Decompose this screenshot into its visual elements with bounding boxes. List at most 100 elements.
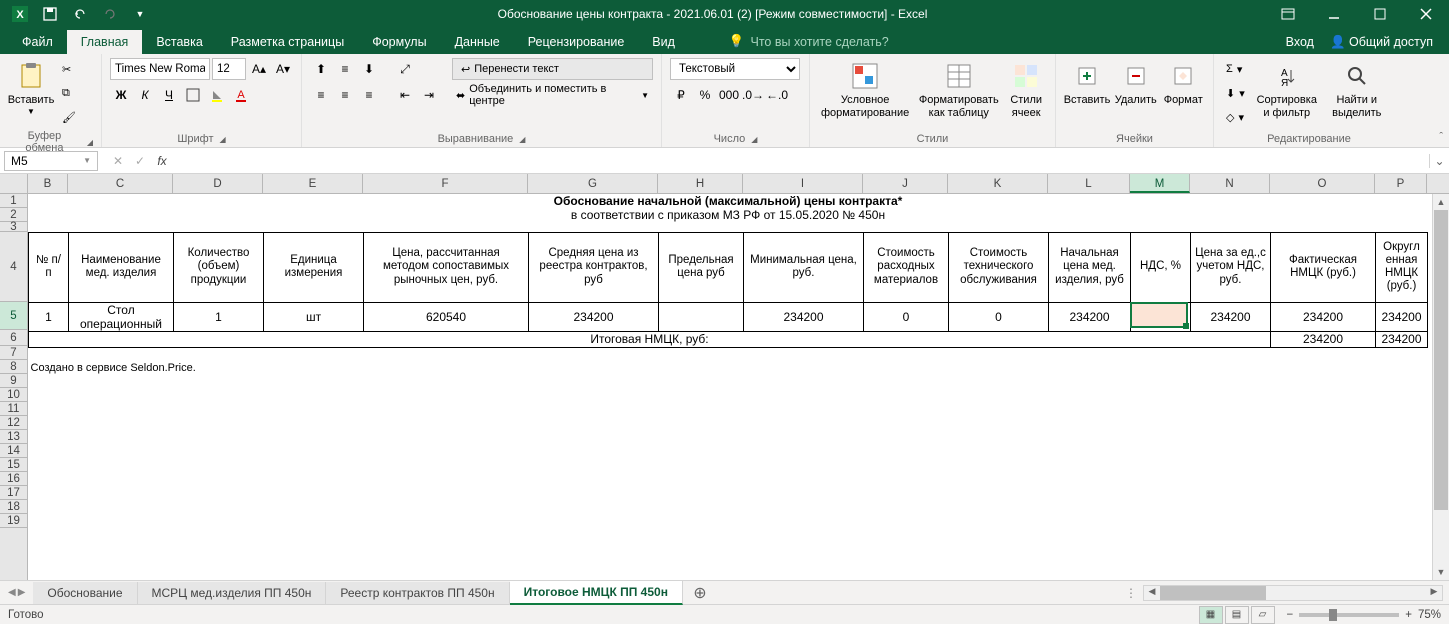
vertical-scrollbar[interactable]: ▲ ▼ [1432,194,1449,580]
formula-input[interactable] [178,152,1429,170]
sheet-tab-0[interactable]: Обоснование [33,582,137,604]
tab-home[interactable]: Главная [67,30,143,54]
add-sheet-button[interactable]: ⊕ [683,583,707,603]
format-as-table-button[interactable]: Форматировать как таблицу [916,58,1001,119]
ribbon-display-icon[interactable] [1265,0,1311,28]
comma-icon[interactable]: 000 [718,84,740,106]
align-bottom-icon[interactable]: ⬇ [358,58,380,80]
alignment-launcher-icon[interactable]: ◢ [519,135,525,144]
cancel-formula-icon[interactable]: ✕ [108,154,128,168]
tab-review[interactable]: Рецензирование [514,30,639,54]
percent-icon[interactable]: % [694,84,716,106]
align-right-icon[interactable]: ≡ [358,84,380,106]
italic-button[interactable]: К [134,84,156,106]
zoom-in-icon[interactable]: + [1405,609,1412,621]
clipboard-launcher-icon[interactable]: ◢ [87,138,93,147]
increase-decimal-icon[interactable]: .0→ [742,84,764,106]
row-header-5[interactable]: 5 [0,302,27,330]
undo-icon[interactable] [68,2,92,26]
cell-e5[interactable]: шт [264,302,364,331]
fill-button[interactable]: ⬇▾ [1222,82,1249,104]
col-header-E[interactable]: E [263,174,363,193]
minimize-button[interactable] [1311,0,1357,28]
sheet-tab-1[interactable]: МСРЦ мед.изделия ПП 450н [138,582,327,604]
conditional-formatting-button[interactable]: Условное форматирование [818,58,912,119]
col-header-K[interactable]: K [948,174,1048,193]
number-launcher-icon[interactable]: ◢ [751,135,757,144]
row-header-6[interactable]: 6 [0,330,27,346]
cell-g5[interactable]: 234200 [529,302,659,331]
cell-o5[interactable]: 234200 [1271,302,1376,331]
cell-c5[interactable]: Стол операционный [69,302,174,331]
find-select-button[interactable]: Найти и выделить [1325,58,1389,119]
col-header-G[interactable]: G [528,174,658,193]
page-layout-view-icon[interactable]: ▤ [1225,606,1249,624]
cell-m5[interactable] [1131,302,1191,331]
row-header-4[interactable]: 4 [0,232,27,302]
share-button[interactable]: 👤 Общий доступ [1330,35,1433,50]
sheet-nav-last-icon[interactable]: ▶ [18,587,26,598]
fx-icon[interactable]: fx [152,154,172,168]
hscroll-thumb[interactable] [1160,586,1266,600]
cell-j5[interactable]: 0 [864,302,949,331]
select-all-corner[interactable] [0,174,28,193]
format-cells-button[interactable]: Формат [1162,58,1206,107]
row-header-19[interactable]: 19 [0,514,27,528]
tab-insert[interactable]: Вставка [142,30,216,54]
merge-center-button[interactable]: ⬌ Объединить и поместить в центре ▼ [452,84,653,106]
scroll-up-icon[interactable]: ▲ [1433,194,1449,210]
font-color-button[interactable]: A [230,84,252,106]
horizontal-scrollbar[interactable]: ◀ ▶ [1143,585,1443,601]
row-header-7[interactable]: 7 [0,346,27,360]
format-painter-button[interactable]: 🖌 [58,106,80,128]
cut-button[interactable]: ✂ [58,58,80,80]
wrap-text-button[interactable]: ↩ Перенести текст [452,58,653,80]
scroll-right-icon[interactable]: ▶ [1426,586,1442,600]
cell-l5[interactable]: 234200 [1049,302,1131,331]
fill-color-button[interactable] [206,84,228,106]
col-header-C[interactable]: C [68,174,173,193]
col-header-M[interactable]: M [1130,174,1190,193]
align-center-icon[interactable]: ≡ [334,84,356,106]
cell-f5[interactable]: 620540 [364,302,529,331]
accept-formula-icon[interactable]: ✓ [130,154,150,168]
expand-formula-bar-icon[interactable]: ⌄ [1429,154,1449,168]
save-icon[interactable] [38,2,62,26]
currency-icon[interactable]: ₽ [670,84,692,106]
row-header-18[interactable]: 18 [0,500,27,514]
cell-k5[interactable]: 0 [949,302,1049,331]
cell-b5[interactable]: 1 [29,302,69,331]
row-header-11[interactable]: 11 [0,402,27,416]
cell-h5[interactable] [659,302,744,331]
row-header-17[interactable]: 17 [0,486,27,500]
cell-d5[interactable]: 1 [174,302,264,331]
zoom-out-icon[interactable]: − [1287,609,1294,621]
decrease-font-icon[interactable]: A▾ [272,58,294,80]
row-header-14[interactable]: 14 [0,444,27,458]
align-middle-icon[interactable]: ≡ [334,58,356,80]
col-header-I[interactable]: I [743,174,863,193]
total-o[interactable]: 234200 [1271,331,1376,347]
orientation-icon[interactable]: ⤢ [394,58,416,80]
qat-customize-icon[interactable]: ▼ [128,2,152,26]
col-header-F[interactable]: F [363,174,528,193]
cell-p5[interactable]: 234200 [1376,302,1428,331]
collapse-ribbon-icon[interactable]: ˆ [1439,131,1443,143]
sheet-tab-3[interactable]: Итоговое НМЦК ПП 450н [510,581,683,605]
row-header-13[interactable]: 13 [0,430,27,444]
paste-button[interactable]: Вставить ▼ [8,58,54,116]
col-header-D[interactable]: D [173,174,263,193]
delete-cells-button[interactable]: Удалить [1114,58,1158,107]
page-break-view-icon[interactable]: ▱ [1251,606,1275,624]
row-header-16[interactable]: 16 [0,472,27,486]
col-header-J[interactable]: J [863,174,948,193]
col-header-N[interactable]: N [1190,174,1270,193]
copy-button[interactable]: ⧉ [58,82,80,104]
vscroll-thumb[interactable] [1434,210,1448,510]
col-header-O[interactable]: O [1270,174,1375,193]
border-button[interactable] [182,84,204,106]
autosum-button[interactable]: Σ▾ [1222,58,1249,80]
tab-page-layout[interactable]: Разметка страницы [217,30,358,54]
underline-button[interactable]: Ч [158,84,180,106]
row-header-1[interactable]: 1 [0,194,27,208]
